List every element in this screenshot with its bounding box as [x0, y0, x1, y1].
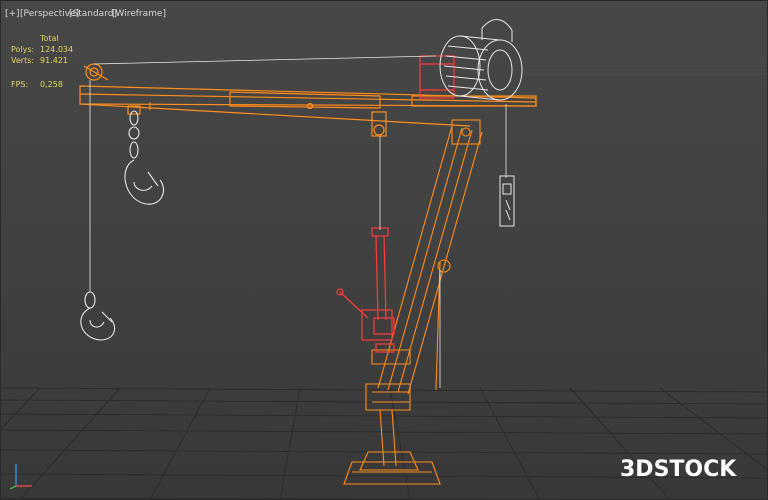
stats-polys-value: 124.034 [40, 45, 74, 54]
hoist-motor[interactable] [419, 19, 523, 101]
viewport-menu-button[interactable]: [+] [5, 9, 20, 19]
3dstock-logo: 3DSTOCK [620, 457, 737, 482]
stats-fps-label: FPS: [11, 80, 29, 89]
xyz-axis-tripod-icon [9, 464, 32, 490]
stats-verts-label: Verts: [11, 56, 35, 65]
pendant-control[interactable] [499, 175, 515, 227]
hook-main[interactable] [80, 291, 116, 341]
crane-mast[interactable] [343, 119, 483, 485]
viewport-shading-label[interactable]: [Wireframe] [112, 9, 166, 19]
background-noise [520, 57, 768, 75]
stats-polys-label: Polys: [11, 45, 35, 54]
jib-boom[interactable] [79, 63, 537, 137]
hook-chain-left[interactable] [124, 110, 164, 205]
wireframe-scene[interactable] [0, 0, 768, 500]
lock-handle[interactable] [336, 227, 395, 353]
stats-fps-value: 0,258 [40, 80, 63, 89]
stats-verts-value: 91.421 [40, 56, 68, 65]
stats-header: Total [40, 34, 59, 43]
watermark-text: 3DSTOCK [620, 457, 737, 482]
viewport-shading-standard-label[interactable]: [Standard] [69, 9, 117, 19]
floor-grid [0, 387, 768, 500]
3d-viewport[interactable]: [+] [Perspective] [Standard] [Wireframe]… [0, 0, 768, 500]
